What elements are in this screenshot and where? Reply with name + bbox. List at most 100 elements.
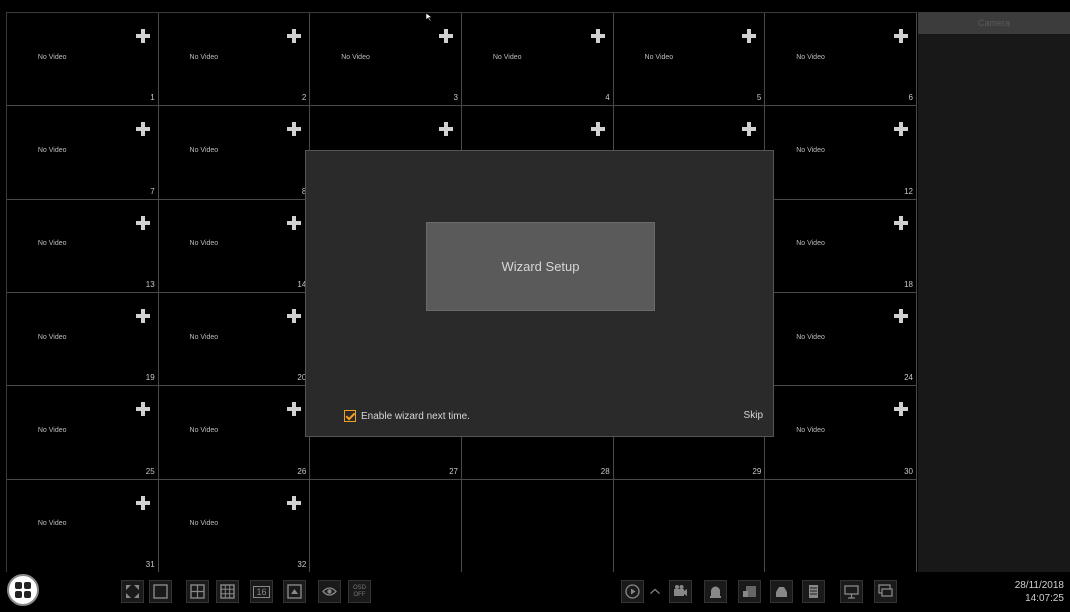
fullscreen-button[interactable] <box>121 580 144 603</box>
osd-bottom-label: OFF <box>353 591 366 598</box>
wizard-dialog: Wizard Setup Enable wizard next time. Sk… <box>305 150 774 437</box>
add-camera-icon[interactable] <box>287 309 302 323</box>
snapshot-button[interactable] <box>738 580 761 603</box>
camera-cell[interactable] <box>310 479 462 573</box>
camera-cell[interactable]: No Video 14 <box>158 199 311 293</box>
expand-button[interactable] <box>648 580 662 603</box>
camera-cell[interactable]: No Video 1 <box>7 13 159 107</box>
mouse-cursor-icon <box>425 12 433 22</box>
camera-cell[interactable]: No Video 2 <box>158 13 311 107</box>
add-camera-icon[interactable] <box>287 215 302 230</box>
add-camera-icon[interactable] <box>894 402 908 417</box>
no-video-label: No Video <box>189 53 219 61</box>
add-camera-icon[interactable] <box>742 122 757 137</box>
camera-cell[interactable]: No Video 4 <box>462 13 614 107</box>
backup-button[interactable] <box>802 580 825 603</box>
alarm-button[interactable] <box>704 580 727 603</box>
network-icon <box>844 585 859 599</box>
add-camera-icon[interactable] <box>287 402 302 417</box>
add-camera-icon[interactable] <box>135 402 150 417</box>
camera-cell[interactable] <box>765 479 917 573</box>
add-camera-icon[interactable] <box>287 29 302 43</box>
channel-number: 2 <box>301 93 307 103</box>
alarm-icon <box>710 586 721 598</box>
camera-cell[interactable]: No Video 18 <box>765 199 917 293</box>
camera-cell[interactable]: No Video 31 <box>7 479 159 573</box>
record-button[interactable] <box>669 580 692 603</box>
layout-16-button[interactable]: 16 <box>250 580 273 603</box>
network-button[interactable] <box>840 580 863 603</box>
no-video-label: No Video <box>341 53 370 61</box>
add-camera-icon[interactable] <box>135 29 150 43</box>
camera-cell[interactable]: No Video 32 <box>158 479 311 573</box>
camera-cell[interactable]: No Video 19 <box>7 293 159 387</box>
add-camera-icon[interactable] <box>894 309 908 323</box>
camera-cell[interactable]: No Video 25 <box>7 386 159 480</box>
clock: 28/11/2018 14:07:25 <box>1015 579 1064 605</box>
channel-number: 4 <box>605 93 610 103</box>
no-video-label: No Video <box>796 426 825 434</box>
enable-wizard-row[interactable]: Enable wizard next time. <box>344 410 470 422</box>
sequence-view-button[interactable] <box>318 580 341 603</box>
add-camera-icon[interactable] <box>590 29 605 43</box>
camera-cell[interactable]: No Video 13 <box>7 199 159 293</box>
camera-cell[interactable]: No Video8 <box>158 106 311 200</box>
add-camera-icon[interactable] <box>287 122 302 137</box>
camera-cell[interactable]: No Video 12 <box>765 106 917 200</box>
add-camera-icon[interactable] <box>894 122 908 137</box>
backup-icon <box>809 585 818 598</box>
camera-cell[interactable] <box>613 479 766 573</box>
monitor-icon <box>878 584 893 597</box>
add-camera-icon[interactable] <box>439 122 453 137</box>
no-video-label: No Video <box>189 146 219 154</box>
camera-cell[interactable]: No Video 3 <box>310 13 462 107</box>
layout-1-button[interactable] <box>149 580 172 603</box>
osd-label: OSD OFF <box>353 585 366 599</box>
osd-toggle-button[interactable]: OSD OFF <box>348 580 371 603</box>
camera-cell[interactable]: No Video 7 <box>7 106 159 200</box>
no-video-label: No Video <box>37 240 67 248</box>
channel-number: 30 <box>904 466 913 476</box>
add-camera-icon[interactable] <box>135 309 150 323</box>
camera-cell[interactable] <box>462 479 614 573</box>
display-button[interactable] <box>874 580 897 603</box>
add-camera-icon[interactable] <box>894 215 908 230</box>
clock-date: 28/11/2018 <box>1014 580 1064 591</box>
add-camera-icon[interactable] <box>135 495 150 510</box>
snapshot-icon <box>743 586 756 597</box>
main-menu-button[interactable] <box>7 574 39 606</box>
camera-tab[interactable]: Camera <box>918 12 1070 34</box>
wizard-setup-button[interactable]: Wizard Setup <box>426 222 655 311</box>
disk-button[interactable] <box>770 580 793 603</box>
add-camera-icon[interactable] <box>287 495 302 510</box>
add-camera-icon[interactable] <box>894 29 908 43</box>
add-camera-icon[interactable] <box>135 122 150 137</box>
channel-number: 6 <box>908 93 913 103</box>
no-video-label: No Video <box>796 333 825 341</box>
camera-sidebar: Camera <box>918 12 1070 572</box>
disk-icon <box>776 587 787 597</box>
add-camera-icon[interactable] <box>135 215 150 230</box>
channel-number: 13 <box>145 280 155 289</box>
layout-4-button[interactable] <box>186 580 209 603</box>
layout-more-button[interactable] <box>283 580 306 603</box>
enable-wizard-checkbox[interactable] <box>344 410 356 422</box>
camera-cell[interactable]: No Video 6 <box>765 13 917 107</box>
layout-nine-icon <box>220 584 235 599</box>
channel-number: 29 <box>752 466 762 476</box>
camera-cell[interactable]: No Video 5 <box>613 13 766 107</box>
camera-cell[interactable]: No Video 30 <box>765 386 917 480</box>
skip-button[interactable]: Skip <box>744 410 763 421</box>
camera-cell[interactable]: No Video 26 <box>158 386 311 480</box>
layout-9-button[interactable] <box>216 580 239 603</box>
add-camera-icon[interactable] <box>742 29 757 43</box>
channel-number: 28 <box>600 466 610 476</box>
camera-cell[interactable]: No Video 20 <box>158 293 311 387</box>
add-camera-icon[interactable] <box>439 29 453 43</box>
camera-record-icon <box>674 585 687 596</box>
camera-cell[interactable]: No Video 24 <box>765 293 917 387</box>
layout-single-icon <box>153 584 168 599</box>
add-camera-icon[interactable] <box>590 122 605 137</box>
playback-button[interactable] <box>621 580 644 603</box>
triangle-up-icon <box>287 584 302 599</box>
